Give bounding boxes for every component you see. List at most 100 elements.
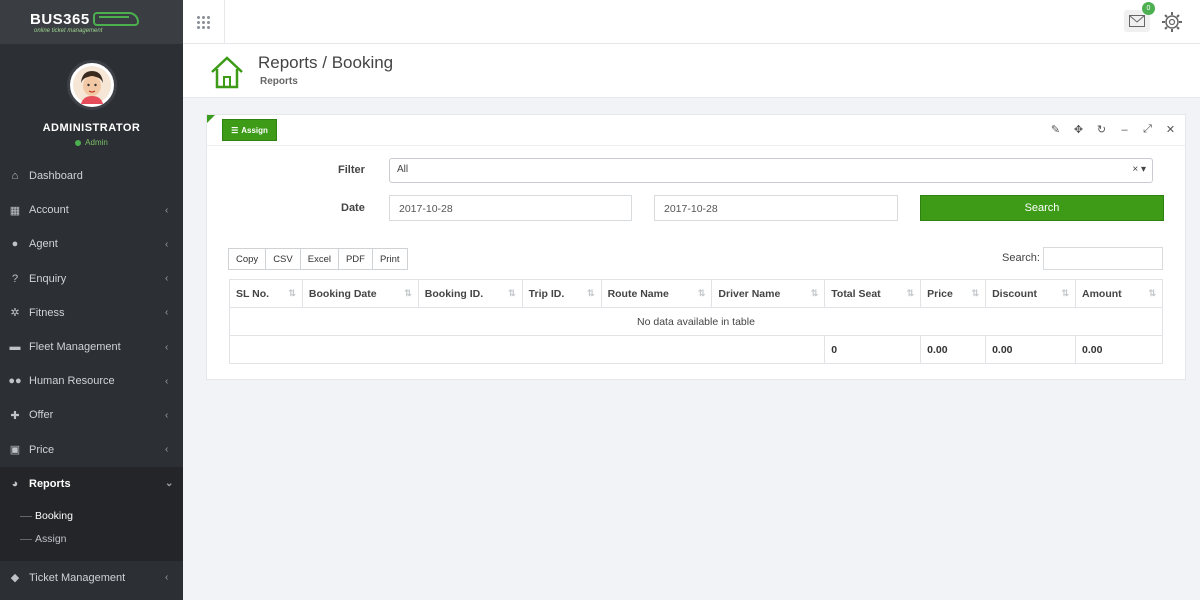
sidebar-item-agent[interactable]: ● Agent ‹ bbox=[0, 227, 183, 261]
sidebar-item-fitness[interactable]: ✲ Fitness ‹ bbox=[0, 296, 183, 330]
sidebar-item-label: Agent bbox=[29, 238, 58, 251]
empty-table-message: No data available in table bbox=[229, 307, 1163, 336]
apps-menu-button[interactable] bbox=[183, 0, 225, 44]
calculator-icon: ▦ bbox=[9, 204, 21, 217]
refresh-icon[interactable]: ↻ bbox=[1095, 123, 1108, 136]
chevron-left-icon: ‹ bbox=[165, 204, 169, 216]
sort-icon: ⇅ bbox=[906, 288, 915, 298]
column-header-price[interactable]: Price ⇅ bbox=[920, 279, 987, 308]
move-icon[interactable]: ✥ bbox=[1072, 123, 1085, 136]
sidebar-item-label: Offer bbox=[29, 409, 54, 422]
submenu-item-label: Booking bbox=[35, 510, 73, 523]
mail-count-badge: 0 bbox=[1142, 2, 1155, 15]
column-header-label: Route Name bbox=[607, 287, 669, 300]
assign-button[interactable]: ☰ Assign bbox=[222, 119, 277, 141]
sidebar-nav: ⌂ Dashboard ▦ Account ‹ ● Agent ‹ ? Enquiry ‹ ✲… bbox=[0, 159, 183, 595]
settings-button[interactable] bbox=[1160, 10, 1184, 34]
chevron-left-icon: ‹ bbox=[165, 444, 169, 456]
clear-icon[interactable]: × bbox=[1132, 164, 1138, 175]
assign-button-label: Assign bbox=[241, 125, 268, 135]
list-icon: ☰ bbox=[231, 125, 239, 135]
chevron-left-icon: ‹ bbox=[165, 341, 169, 353]
table-header-row: SL No. ⇅ Booking Date ⇅ Booking ID. ⇅ Trip … bbox=[229, 279, 1163, 308]
submenu-item-assign[interactable]: Assign bbox=[0, 528, 183, 551]
date-to-input[interactable]: 2017-10-28 bbox=[654, 195, 898, 221]
sidebar-item-enquiry[interactable]: ? Enquiry ‹ bbox=[0, 262, 183, 296]
logo-bar: BUS365 online ticket management bbox=[0, 0, 183, 44]
column-header-route-name[interactable]: Route Name ⇅ bbox=[600, 279, 713, 308]
filter-selected-value: All bbox=[397, 164, 409, 175]
avatar[interactable] bbox=[66, 60, 117, 110]
column-header-booking-id[interactable]: Booking ID. ⇅ bbox=[417, 279, 523, 308]
submenu-item-booking[interactable]: Booking bbox=[0, 505, 183, 528]
column-header-discount[interactable]: Discount ⇅ bbox=[985, 279, 1076, 308]
minimize-icon[interactable]: – bbox=[1118, 123, 1131, 136]
column-header-label: Booking ID. bbox=[424, 287, 484, 300]
caret-down-icon[interactable]: ▾ bbox=[1141, 164, 1146, 175]
sidebar-item-label: Human Resource bbox=[29, 375, 115, 388]
pencil-icon[interactable]: ✎ bbox=[1049, 123, 1062, 136]
filter-select[interactable]: All × ▾ bbox=[389, 158, 1153, 183]
sidebar-item-account[interactable]: ▦ Account ‹ bbox=[0, 193, 183, 227]
total-price-value: 0.00 bbox=[920, 335, 987, 364]
question-icon: ? bbox=[11, 272, 19, 285]
mail-button[interactable]: 0 bbox=[1124, 2, 1155, 32]
table-totals-row: 0 0.00 0.00 0.00 bbox=[228, 335, 1163, 364]
print-button[interactable]: Print bbox=[371, 248, 408, 270]
sidebar-item-dashboard[interactable]: ⌂ Dashboard bbox=[0, 159, 183, 193]
expand-icon[interactable]: ⤢ bbox=[1141, 123, 1154, 136]
sidebar-item-fleet-management[interactable]: ▬ Fleet Management ‹ bbox=[0, 330, 183, 364]
column-header-total-seat[interactable]: Total Seat ⇅ bbox=[824, 279, 922, 308]
column-header-label: Discount bbox=[992, 287, 1037, 300]
panel-tools: ✎ ✥ ↻ – ⤢ ✕ bbox=[1049, 123, 1177, 136]
excel-button[interactable]: Excel bbox=[299, 248, 339, 270]
table-search-input[interactable] bbox=[1043, 247, 1163, 270]
sidebar-item-price[interactable]: ▣ Price ‹ bbox=[0, 433, 183, 467]
sidebar-item-label: Dashboard bbox=[29, 170, 83, 183]
sidebar-item-human-resource[interactable]: ●● Human Resource ‹ bbox=[0, 364, 183, 398]
sidebar-item-label: Fleet Management bbox=[29, 341, 121, 354]
total-discount-value: 0.00 bbox=[985, 335, 1076, 364]
page-title: Reports / Booking bbox=[258, 53, 394, 72]
column-header-booking-date[interactable]: Booking Date ⇅ bbox=[301, 279, 419, 308]
submenu-item-label: Assign bbox=[35, 533, 67, 546]
sidebar-item-label: Ticket Management bbox=[29, 571, 126, 584]
booking-table: SL No. ⇅ Booking Date ⇅ Booking ID. ⇅ Trip … bbox=[228, 279, 1163, 364]
close-icon[interactable]: ✕ bbox=[1164, 123, 1177, 136]
sidebar-item-label: Reports bbox=[29, 477, 71, 490]
sidebar-item-label: Price bbox=[29, 443, 55, 456]
sidebar-item-label: Enquiry bbox=[29, 272, 67, 285]
role-label: Admin bbox=[85, 138, 108, 147]
column-header-amount[interactable]: Amount ⇅ bbox=[1075, 279, 1163, 308]
column-header-label: Booking Date bbox=[308, 287, 377, 300]
logo-name: BUS365 bbox=[30, 10, 90, 28]
sort-icon: ⇅ bbox=[697, 288, 706, 298]
copy-button[interactable]: Copy bbox=[228, 248, 267, 270]
sidebar-item-reports[interactable]: ◕ Reports ⌄ bbox=[0, 466, 183, 501]
search-button[interactable]: Search bbox=[920, 195, 1164, 221]
sidebar-item-label: Account bbox=[29, 204, 69, 217]
logo-tagline: online ticket management bbox=[34, 27, 103, 34]
gift-icon: ✚ bbox=[10, 409, 20, 422]
chevron-left-icon: ‹ bbox=[165, 273, 169, 285]
column-header-trip-id[interactable]: Trip ID. ⇅ bbox=[521, 279, 602, 308]
csv-button[interactable]: CSV bbox=[265, 248, 301, 270]
chevron-left-icon: ‹ bbox=[165, 572, 169, 584]
pdf-button[interactable]: PDF bbox=[337, 248, 373, 270]
sidebar-item-ticket-management[interactable]: ◆ Ticket Management ‹ bbox=[0, 561, 183, 595]
logo[interactable]: BUS365 online ticket management bbox=[30, 11, 139, 34]
column-header-label: SL No. bbox=[236, 287, 270, 300]
date-label: Date bbox=[341, 202, 365, 214]
sort-icon: ⇅ bbox=[1148, 288, 1156, 298]
chevron-left-icon: ‹ bbox=[165, 375, 169, 387]
page-subtitle: Reports bbox=[260, 76, 298, 87]
gear-icon bbox=[1162, 12, 1182, 32]
date-from-input[interactable]: 2017-10-28 bbox=[389, 195, 632, 221]
online-status-icon bbox=[75, 139, 82, 146]
column-header-driver-name[interactable]: Driver Name ⇅ bbox=[711, 279, 826, 308]
sort-icon: ⇅ bbox=[810, 288, 819, 298]
sidebar-item-offer[interactable]: ✚ Offer ‹ bbox=[0, 398, 183, 432]
sort-asc-icon: ⇅ bbox=[288, 288, 296, 298]
total-seat-value: 0 bbox=[824, 335, 922, 364]
column-header-sl-no[interactable]: SL No. ⇅ bbox=[229, 279, 303, 308]
